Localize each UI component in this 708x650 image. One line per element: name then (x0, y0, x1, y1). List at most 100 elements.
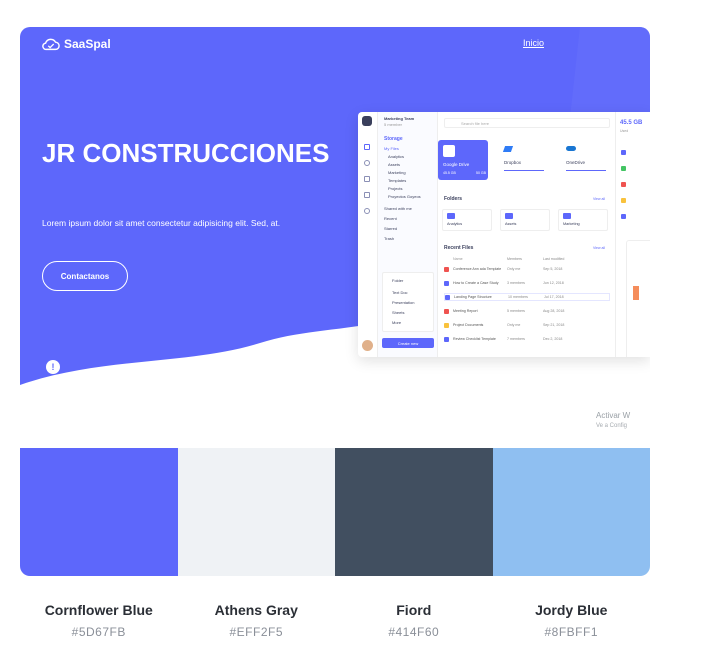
cloud-check-icon (42, 38, 60, 51)
side-tool: Folder (392, 278, 404, 283)
brand-logo[interactable]: SaaSpal (42, 37, 111, 51)
color-name: Fiord (396, 602, 432, 618)
storage-total: 50 GB (476, 171, 486, 175)
folder-card: Analytics (442, 209, 492, 231)
palette-label: Athens Gray #EFF2F5 (178, 600, 336, 644)
mockup-main: Search file here Google Drive 45.5 GB 50… (438, 112, 615, 357)
color-hex: #8FBFF1 (544, 625, 598, 639)
file-members: 10 members (508, 295, 528, 299)
google-drive-icon (443, 145, 455, 157)
info-icon[interactable]: ! (46, 360, 60, 374)
tree-item: Templates (388, 178, 407, 183)
rail-user-icon (364, 176, 370, 182)
tree-item: Assets (388, 162, 401, 167)
file-date: Aug 28, 2018 (543, 309, 565, 313)
nav-link-inicio[interactable]: Inicio (523, 38, 544, 48)
windows-activation-subtext: Ve a Config (596, 423, 628, 429)
right-item-icon (621, 150, 626, 155)
side-tool: More (392, 320, 402, 325)
color-hex: #EFF2F5 (229, 625, 283, 639)
dropbox-icon (502, 146, 514, 152)
windows-activation-watermark: Activar W (596, 411, 631, 420)
side-tool: Sheets (392, 310, 405, 315)
hero-title: JR CONSTRUCCIONES (42, 138, 330, 168)
palette-label: Jordy Blue #8FBFF1 (493, 600, 651, 644)
storage-name: Dropbox (504, 160, 522, 165)
right-item-icon (621, 182, 626, 187)
color-name: Cornflower Blue (44, 602, 153, 618)
upgrade-card (626, 240, 650, 357)
recent-row: Review Checklist Template 7 members Dec … (444, 335, 610, 343)
right-item-icon (621, 166, 626, 171)
color-palette (20, 448, 650, 576)
right-total: 45.5 GB (620, 120, 643, 126)
color-name: Jordy Blue (535, 602, 608, 618)
col-members: Members (507, 257, 522, 261)
file-name: Conference Ann ada Template (453, 267, 501, 271)
storage-used: 45.5 GB (443, 171, 456, 175)
rail-files-icon (364, 144, 370, 150)
folders-title: Folders (444, 196, 463, 202)
file-date: Jun 12, 2018 (543, 281, 564, 285)
mockup-avatar (362, 340, 373, 351)
file-icon (444, 308, 449, 314)
color-name: Athens Gray (214, 602, 298, 618)
side-link: Recent (384, 216, 397, 221)
color-hex: #414F60 (388, 625, 440, 639)
file-date: Jul 17, 2018 (544, 295, 564, 299)
brand-name: SaaSpal (64, 37, 111, 51)
mockup-storage-title: Storage (384, 136, 403, 142)
file-icon (444, 280, 449, 286)
recent-row: Meeting Report 5 members Aug 28, 2018 (444, 307, 610, 315)
col-modified: Last modified (543, 257, 565, 261)
file-members: Only me (507, 267, 521, 271)
contact-button[interactable]: Contactanos (42, 261, 128, 291)
tree-item: Projects (388, 186, 403, 191)
app-mockup-screenshot: Marketing Team 5 member Storage My Files… (358, 112, 650, 357)
mockup-icon-rail (358, 112, 378, 357)
side-link: Shared with me (384, 206, 412, 211)
folder-card: Assets (500, 209, 550, 231)
mockup-search-placeholder: Search file here (461, 121, 490, 126)
col-name: Name (453, 257, 463, 261)
file-name: How to Create a Case Study (453, 281, 499, 285)
file-icon (444, 336, 449, 342)
storage-bar (504, 170, 544, 171)
onedrive-icon (566, 146, 576, 151)
mockup-my-files: My Files (384, 146, 399, 151)
right-item-icon (621, 198, 626, 203)
palette-label: Fiord #414F60 (335, 600, 493, 644)
folder-name: Marketing (563, 222, 580, 226)
file-name: Review Checklist Template (453, 337, 496, 341)
folder-card: Marketing (558, 209, 608, 231)
folder-icon (505, 213, 513, 219)
folder-name: Assets (505, 222, 517, 226)
file-name: Project Documents (453, 323, 484, 327)
folder-icon (563, 213, 571, 219)
file-icon (444, 266, 449, 272)
mockup-right-panel: 45.5 GB Used (615, 112, 650, 357)
tree-item: Proyectos Goyeos (388, 194, 421, 199)
file-name: Landing Page Structure (454, 295, 492, 299)
right-sub: Used (620, 129, 629, 133)
recent-row: Conference Ann ada Template Only me Sep … (444, 265, 610, 273)
tree-item: Analytics (388, 154, 405, 159)
swatch (335, 448, 493, 576)
storage-card: OneDrive (562, 140, 612, 180)
mockup-logo-icon (362, 116, 372, 126)
create-new-button: Create new (382, 338, 434, 348)
storage-card: Dropbox (500, 140, 550, 180)
swatch (20, 448, 178, 576)
preview-card: SaaSpal Inicio JR CONSTRUCCIONES Lorem i… (20, 27, 650, 576)
mockup-team: Marketing Team (384, 116, 415, 121)
storage-bar (566, 170, 606, 171)
file-members: 7 members (507, 337, 525, 341)
rail-doc-icon (364, 192, 370, 198)
recent-header: Name Members Last modified (444, 255, 610, 263)
recent-view-all: View all (593, 246, 605, 250)
hero-text: Lorem ipsum dolor sit amet consectetur a… (42, 218, 281, 228)
file-date: Dec 2, 2018 (543, 337, 563, 341)
side-link: Trash (384, 236, 395, 241)
rail-settings-icon (364, 208, 370, 214)
palette-label: Cornflower Blue #5D67FB (20, 600, 178, 644)
